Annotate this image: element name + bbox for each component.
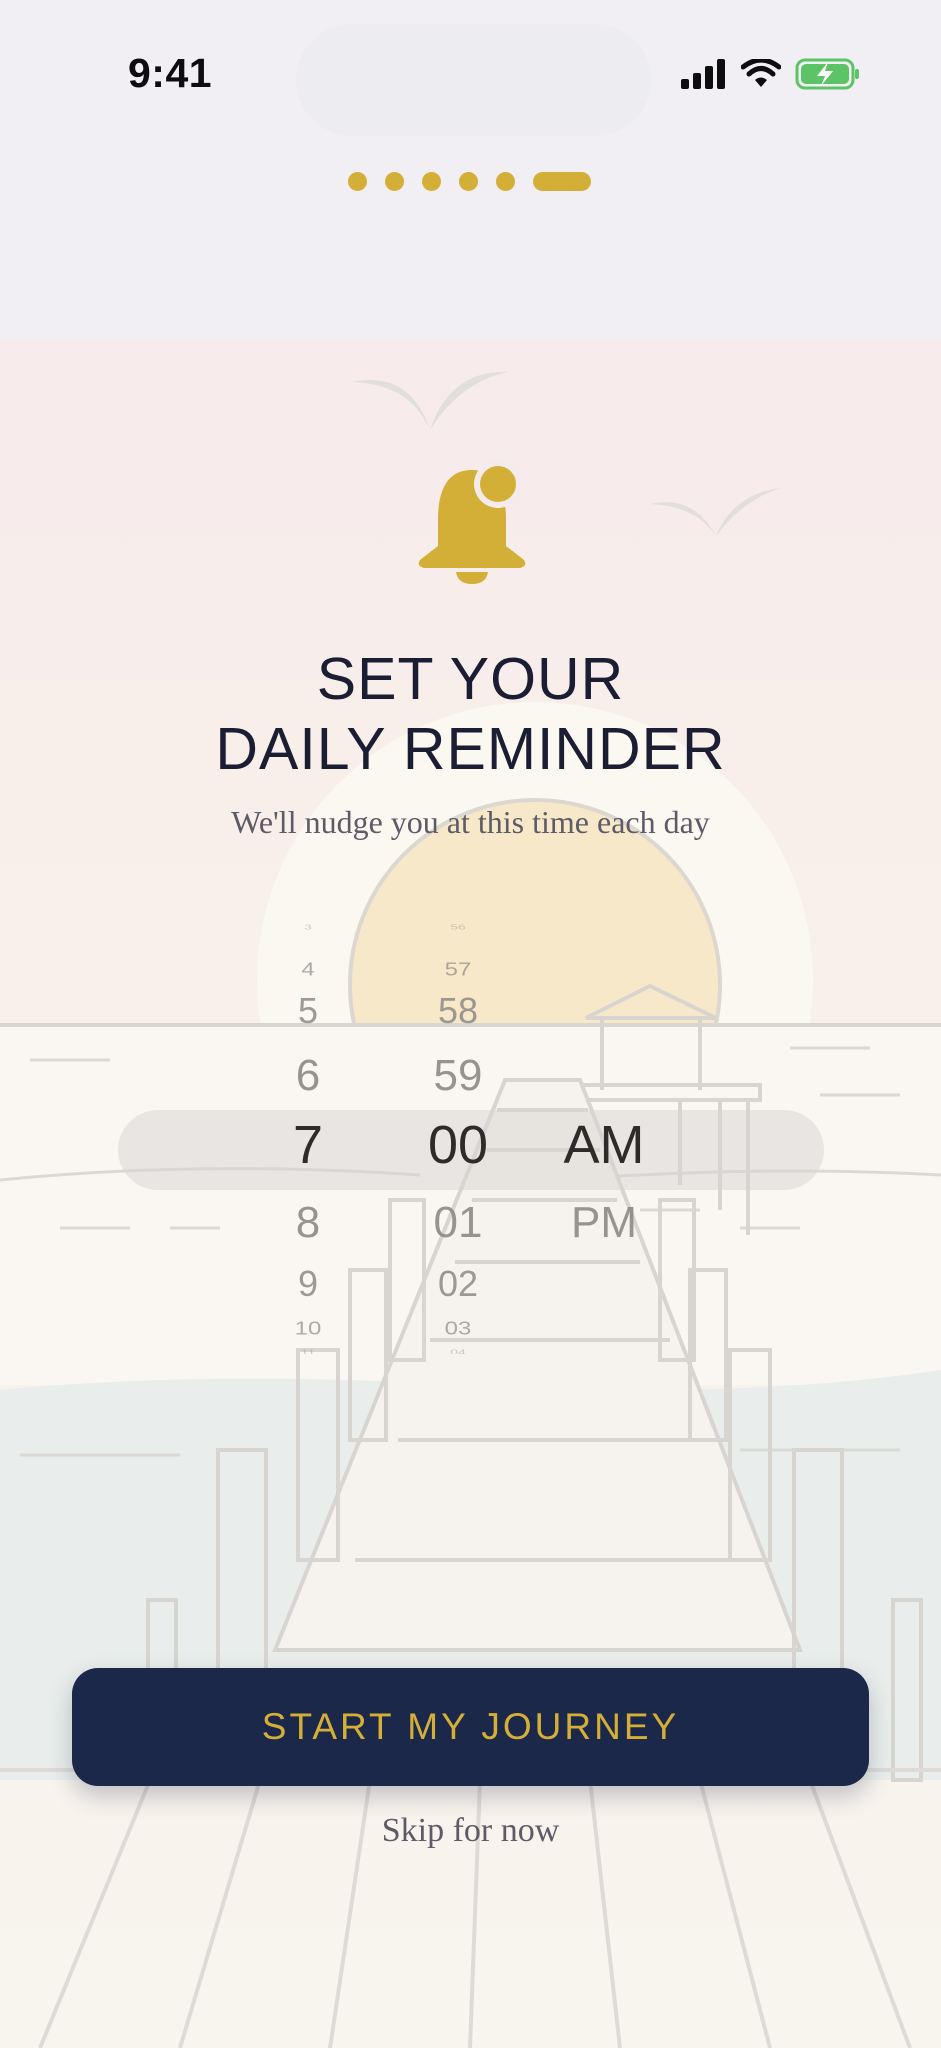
- minute-option[interactable]: 02: [388, 1263, 528, 1305]
- progress-dot: [496, 172, 515, 191]
- minute-option[interactable]: 59: [388, 1051, 528, 1101]
- progress-dot: [348, 172, 367, 191]
- bell-icon: [418, 460, 526, 584]
- status-icons: [681, 58, 861, 90]
- start-journey-button[interactable]: START MY JOURNEY: [72, 1668, 869, 1786]
- period-selected[interactable]: AM: [534, 1114, 674, 1176]
- minute-option[interactable]: 03: [388, 1319, 528, 1340]
- onboarding-progress: [348, 172, 591, 191]
- cellular-signal-icon: [681, 59, 725, 89]
- skip-link[interactable]: Skip for now: [0, 1812, 941, 1850]
- status-bar: 9:41: [0, 0, 941, 150]
- minute-wheel[interactable]: 56 57 58 59 00 01 02 03 04: [388, 920, 528, 1360]
- minute-option[interactable]: 57: [388, 960, 528, 981]
- hour-option[interactable]: 8: [238, 1198, 378, 1248]
- page-subtitle: We'll nudge you at this time each day: [231, 804, 710, 840]
- period-wheel[interactable]: AM PM: [534, 920, 674, 1360]
- hour-option[interactable]: 10: [238, 1319, 378, 1340]
- minute-selected[interactable]: 00: [388, 1114, 528, 1176]
- minute-option[interactable]: 58: [388, 990, 528, 1032]
- progress-dot-active: [533, 172, 591, 191]
- time-picker[interactable]: 3 4 5 6 7 8 9 10 11 56 57 58 59 00 01 02…: [0, 920, 941, 1360]
- hour-option[interactable]: 3: [238, 923, 378, 931]
- hour-option[interactable]: 5: [238, 990, 378, 1032]
- dynamic-island: [296, 24, 651, 136]
- battery-charging-icon: [795, 58, 859, 90]
- progress-dot: [385, 172, 404, 191]
- hour-option[interactable]: 9: [238, 1263, 378, 1305]
- minute-option[interactable]: 04: [388, 1348, 528, 1354]
- progress-dot: [459, 172, 478, 191]
- period-option[interactable]: PM: [534, 1198, 674, 1248]
- page-title-line1: SET YOUR: [316, 646, 625, 712]
- status-time: 9:41: [128, 50, 213, 96]
- hour-option[interactable]: 11: [238, 1348, 378, 1354]
- wifi-icon: [741, 59, 781, 87]
- hour-option[interactable]: 4: [238, 960, 378, 981]
- hour-selected[interactable]: 7: [238, 1114, 378, 1176]
- minute-option[interactable]: 56: [388, 923, 528, 931]
- bird-icon: [650, 488, 781, 536]
- minute-option[interactable]: 01: [388, 1198, 528, 1248]
- bird-icon: [352, 371, 508, 430]
- hour-wheel[interactable]: 3 4 5 6 7 8 9 10 11: [238, 920, 378, 1360]
- page-title: SET YOUR DAILY REMINDER: [0, 644, 941, 784]
- progress-dot: [422, 172, 441, 191]
- page-title-line2: DAILY REMINDER: [215, 716, 726, 782]
- hour-option[interactable]: 6: [238, 1051, 378, 1101]
